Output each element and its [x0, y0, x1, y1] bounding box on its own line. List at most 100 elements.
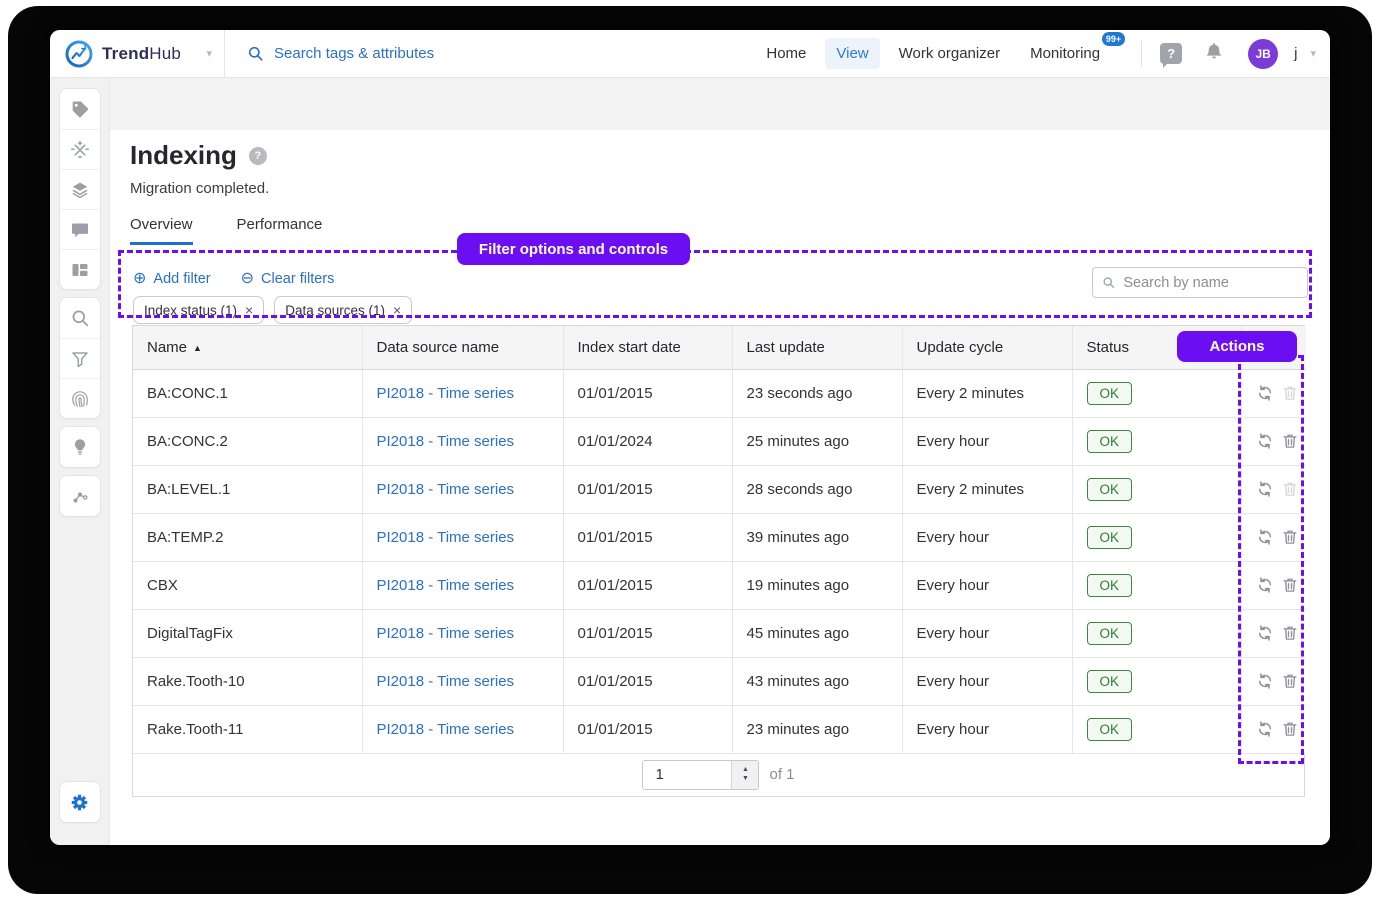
calculations-icon — [70, 140, 90, 160]
avatar[interactable]: JB — [1248, 39, 1278, 69]
fingerprint-icon — [70, 389, 90, 409]
delete-icon[interactable] — [1281, 432, 1299, 450]
cell-name: BA:TEMP.2 — [133, 513, 362, 561]
cell-last-update: 23 minutes ago — [732, 705, 902, 753]
data-source-link[interactable]: PI2018 - Time series — [377, 577, 515, 594]
nav-menu: Home View Work organizer Monitoring 99+ … — [755, 30, 1330, 77]
trash-icon — [1281, 624, 1299, 642]
trash-icon — [1281, 720, 1299, 738]
trash-icon — [1281, 480, 1299, 498]
chip-index-status[interactable]: Index status (1) × — [133, 296, 264, 324]
column-header-index-start-date[interactable]: Index start date — [563, 326, 732, 369]
data-source-link[interactable]: PI2018 - Time series — [377, 385, 515, 402]
table-row: DigitalTagFix PI2018 - Time series 01/01… — [133, 609, 1306, 657]
sidebar-item-search[interactable] — [60, 298, 100, 338]
data-source-link[interactable]: PI2018 - Time series — [377, 529, 515, 546]
tab-overview[interactable]: Overview — [130, 216, 193, 245]
cell-update-cycle: Every 2 minutes — [902, 369, 1072, 417]
reindex-button[interactable] — [1256, 528, 1274, 546]
trash-icon — [1281, 528, 1299, 546]
sidebar-item-fingerprint[interactable] — [60, 378, 100, 418]
page-number-input[interactable] — [643, 761, 731, 789]
delete-icon[interactable] — [1281, 672, 1299, 690]
add-filter-button[interactable]: ⊕ Add filter — [133, 271, 211, 287]
chevron-down-icon[interactable]: ▾ — [1310, 47, 1316, 60]
column-header-last-update[interactable]: Last update — [732, 326, 902, 369]
delete-icon[interactable] — [1281, 720, 1299, 738]
column-header-update-cycle[interactable]: Update cycle — [902, 326, 1072, 369]
status-badge: OK — [1087, 526, 1133, 549]
minus-circle-icon: ⊖ — [241, 271, 254, 287]
reindex-button[interactable] — [1256, 384, 1274, 402]
sidebar-item-comments[interactable] — [60, 209, 100, 249]
tag-icon — [70, 99, 90, 119]
chevron-up-icon: ▲ — [742, 766, 749, 774]
status-badge: OK — [1087, 670, 1133, 693]
nav-item-view[interactable]: View — [825, 38, 879, 69]
chip-data-sources[interactable]: Data sources (1) × — [274, 296, 412, 324]
nav-item-work-organizer[interactable]: Work organizer — [888, 38, 1011, 69]
sidebar-item-dashboards[interactable] — [60, 249, 100, 289]
table-row: BA:LEVEL.1 PI2018 - Time series 01/01/20… — [133, 465, 1306, 513]
settings-icon — [69, 792, 90, 813]
search-by-name-input[interactable] — [1123, 275, 1298, 291]
cell-start-date: 01/01/2015 — [563, 465, 732, 513]
trash-icon — [1281, 384, 1299, 402]
column-header-name[interactable]: Name▲ — [133, 326, 362, 369]
global-search-input[interactable]: Search tags & attributes — [225, 30, 755, 77]
search-icon — [70, 308, 90, 328]
close-icon[interactable]: × — [393, 302, 401, 318]
sidebar-group-browse — [59, 88, 101, 290]
close-icon[interactable]: × — [245, 302, 253, 318]
cell-name: Rake.Tooth-10 — [133, 657, 362, 705]
page-help-icon[interactable]: ? — [249, 147, 267, 165]
data-source-link[interactable]: PI2018 - Time series — [377, 721, 515, 738]
sidebar-group-context — [59, 475, 101, 517]
top-navbar: TrendHub ▾ Search tags & attributes Home… — [50, 30, 1330, 78]
reindex-button[interactable] — [1256, 672, 1274, 690]
data-source-link[interactable]: PI2018 - Time series — [377, 625, 515, 642]
main-content: Indexing ? Migration completed. Overview… — [110, 78, 1330, 845]
column-header-data-source[interactable]: Data source name — [362, 326, 563, 369]
search-icon — [247, 45, 264, 62]
sidebar-item-calculations[interactable] — [60, 129, 100, 169]
status-badge: OK — [1087, 478, 1133, 501]
reindex-button[interactable] — [1256, 432, 1274, 450]
left-sidebar — [50, 78, 110, 845]
reindex-button[interactable] — [1256, 720, 1274, 738]
delete-icon[interactable] — [1281, 576, 1299, 594]
chevron-down-icon: ▼ — [742, 775, 749, 783]
filter-chips: Index status (1) × Data sources (1) × — [133, 296, 412, 324]
sidebar-item-recommendations[interactable] — [60, 427, 100, 467]
table-header-row: Name▲ Data source name Index start date … — [133, 326, 1306, 369]
app-window: TrendHub ▾ Search tags & attributes Home… — [50, 30, 1330, 845]
refresh-icon — [1256, 528, 1274, 546]
reindex-button[interactable] — [1256, 576, 1274, 594]
bell-icon — [1204, 41, 1224, 61]
brand-menu[interactable]: TrendHub ▾ — [50, 30, 225, 77]
search-by-name-field[interactable] — [1092, 267, 1308, 298]
nav-item-home[interactable]: Home — [755, 38, 817, 69]
page-stepper[interactable]: ▲▼ — [731, 761, 758, 789]
reindex-button[interactable] — [1256, 624, 1274, 642]
table-row: Rake.Tooth-11 PI2018 - Time series 01/01… — [133, 705, 1306, 753]
notifications-button[interactable] — [1204, 41, 1224, 66]
tab-performance[interactable]: Performance — [237, 216, 323, 245]
reindex-button[interactable] — [1256, 480, 1274, 498]
sidebar-item-context-graph[interactable] — [60, 476, 100, 516]
delete-icon[interactable] — [1281, 528, 1299, 546]
status-badge: OK — [1087, 382, 1133, 405]
data-source-link[interactable]: PI2018 - Time series — [377, 433, 515, 450]
help-button[interactable]: ? — [1160, 43, 1182, 64]
cell-name: BA:CONC.2 — [133, 417, 362, 465]
sidebar-item-filter[interactable] — [60, 338, 100, 378]
sidebar-item-layers[interactable] — [60, 169, 100, 209]
data-source-link[interactable]: PI2018 - Time series — [377, 673, 515, 690]
nav-item-monitoring[interactable]: Monitoring 99+ — [1019, 38, 1111, 69]
sidebar-item-tags[interactable] — [60, 89, 100, 129]
delete-icon[interactable] — [1281, 624, 1299, 642]
refresh-icon — [1256, 480, 1274, 498]
sidebar-item-settings[interactable] — [60, 782, 100, 822]
data-source-link[interactable]: PI2018 - Time series — [377, 481, 515, 498]
clear-filters-button[interactable]: ⊖ Clear filters — [241, 271, 335, 287]
